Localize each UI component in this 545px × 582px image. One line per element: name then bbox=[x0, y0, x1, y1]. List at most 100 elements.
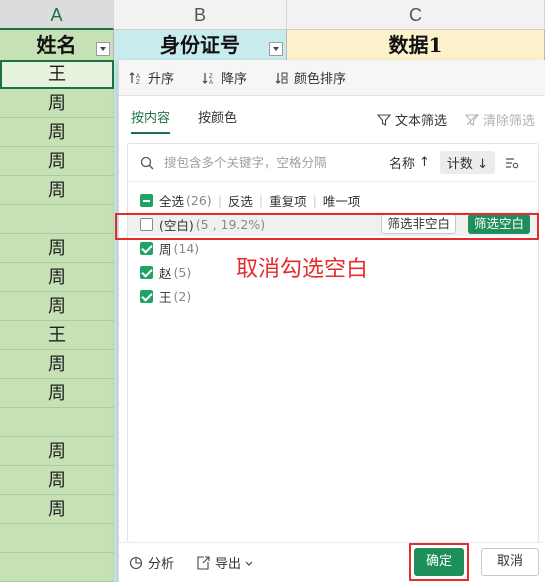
filter-tabs: 按内容 按颜色 bbox=[131, 108, 265, 134]
sort-bar: AZ 升序 ZA 降序 颜色排序 bbox=[119, 60, 545, 96]
export-icon bbox=[197, 555, 210, 570]
item-count: (5 , 19.2%) bbox=[195, 216, 266, 232]
sort-by-count-label: 计数 bbox=[446, 157, 473, 172]
list-item[interactable]: 王 (2) bbox=[128, 284, 538, 308]
text-filter-label: 文本筛选 bbox=[394, 114, 447, 129]
svg-text:A: A bbox=[209, 80, 213, 85]
header-name-label: 姓名 bbox=[36, 33, 77, 57]
item-count: (14) bbox=[173, 240, 200, 256]
item-label: 王 bbox=[159, 289, 172, 305]
export-label: 导出 bbox=[215, 557, 242, 572]
cell[interactable]: 周 bbox=[0, 379, 114, 408]
header-name: 姓名 bbox=[0, 30, 114, 60]
sort-descending-icon: ZA bbox=[202, 72, 213, 85]
value-list: 全选 (26) | 反选 | 重复项 | 唯一项 (空白) (5 , 19.2%… bbox=[128, 188, 538, 308]
invert-selection-link[interactable]: 反选 bbox=[228, 191, 253, 210]
header-data1: 数据1 bbox=[287, 30, 545, 60]
cancel-button[interactable]: 取消 bbox=[481, 548, 539, 576]
search-icon bbox=[140, 156, 154, 169]
color-sort-button[interactable]: 颜色排序 bbox=[275, 68, 346, 87]
header-id-label: 身份证号 bbox=[160, 33, 240, 57]
column-a-cells: 王 周 周 周 周 周 周 周 王 周 周 周 周 周 bbox=[0, 60, 114, 582]
cell[interactable] bbox=[0, 205, 114, 234]
clear-filter-label: 清除筛选 bbox=[482, 114, 535, 129]
item-count: (2) bbox=[173, 288, 192, 304]
ok-button[interactable]: 确定 bbox=[414, 548, 464, 576]
cell[interactable] bbox=[0, 553, 114, 582]
list-settings-icon[interactable] bbox=[505, 156, 519, 170]
sort-ascending-label: 升序 bbox=[148, 72, 175, 87]
sort-by-count-button[interactable]: 计数 ↓ bbox=[439, 151, 495, 174]
duplicates-link[interactable]: 重复项 bbox=[269, 191, 307, 210]
sort-by-name-button[interactable]: 名称 ↑ bbox=[389, 153, 430, 172]
cell[interactable]: 周 bbox=[0, 495, 114, 524]
filter-dropdown-icon[interactable] bbox=[269, 42, 283, 56]
select-all-checkbox[interactable] bbox=[140, 193, 153, 207]
color-sort-icon bbox=[275, 72, 288, 84]
annotation-text: 取消勾选空白 bbox=[236, 257, 369, 282]
cell[interactable]: 周 bbox=[0, 176, 114, 205]
item-checkbox[interactable] bbox=[140, 217, 153, 231]
arrow-down-icon: ↓ bbox=[477, 157, 488, 172]
header-data1-label: 数据1 bbox=[388, 33, 443, 57]
pie-chart-icon bbox=[129, 556, 143, 569]
item-checkbox[interactable] bbox=[140, 241, 153, 255]
text-filter-button[interactable]: 文本筛选 bbox=[376, 110, 447, 129]
cell[interactable]: 周 bbox=[0, 437, 114, 466]
search-row: 名称 ↑ 计数 ↓ bbox=[128, 144, 538, 182]
clear-funnel-icon bbox=[464, 113, 479, 126]
panel-footer: 分析 导出 确定 取消 bbox=[119, 542, 545, 582]
unique-link[interactable]: 唯一项 bbox=[323, 191, 361, 210]
cell[interactable]: 王 bbox=[0, 321, 114, 350]
cell[interactable]: 周 bbox=[0, 263, 114, 292]
cell[interactable] bbox=[0, 524, 114, 553]
filter-blank-button[interactable]: 筛选空白 bbox=[467, 214, 530, 234]
item-label: 周 bbox=[159, 241, 172, 257]
item-checkbox[interactable] bbox=[140, 265, 153, 279]
svg-text:Z: Z bbox=[136, 80, 140, 85]
column-headers: A B C bbox=[0, 0, 545, 30]
sort-ascending-icon: AZ bbox=[129, 71, 140, 85]
funnel-icon bbox=[376, 113, 391, 126]
item-count: (5) bbox=[173, 264, 192, 280]
clear-filter-button[interactable]: 清除筛选 bbox=[464, 110, 535, 129]
tab-by-color[interactable]: 按颜色 bbox=[198, 108, 237, 134]
table-header-row: 姓名 身份证号 数据1 bbox=[0, 30, 545, 60]
cell[interactable]: 周 bbox=[0, 89, 114, 118]
column-header-c[interactable]: C bbox=[287, 0, 545, 30]
divider: | bbox=[312, 192, 317, 208]
ok-highlight-frame: 确定 bbox=[409, 543, 469, 581]
divider: | bbox=[258, 192, 264, 208]
filter-dropdown-icon[interactable] bbox=[96, 42, 110, 56]
select-all-label[interactable]: 全选 bbox=[159, 191, 184, 210]
cell[interactable] bbox=[0, 408, 114, 437]
item-label: 赵 bbox=[159, 265, 172, 281]
search-input[interactable] bbox=[164, 155, 369, 170]
item-label: (空白) bbox=[159, 217, 194, 233]
cell[interactable]: 周 bbox=[0, 292, 114, 321]
column-header-b[interactable]: B bbox=[114, 0, 287, 30]
filter-actions: 文本筛选 清除筛选 bbox=[359, 110, 535, 129]
column-header-a[interactable]: A bbox=[0, 0, 114, 30]
select-all-row: 全选 (26) | 反选 | 重复项 | 唯一项 bbox=[128, 188, 538, 212]
divider: | bbox=[217, 192, 222, 208]
chevron-down-icon bbox=[245, 561, 253, 566]
item-checkbox[interactable] bbox=[140, 289, 153, 303]
tab-by-content[interactable]: 按内容 bbox=[131, 108, 171, 134]
sort-descending-button[interactable]: ZA 降序 bbox=[202, 68, 247, 87]
select-all-count: (26) bbox=[186, 192, 212, 208]
list-item-blank[interactable]: (空白) (5 , 19.2%) 筛选非空白 筛选空白 bbox=[128, 212, 538, 236]
cell[interactable]: 王 bbox=[0, 60, 114, 89]
cell[interactable]: 周 bbox=[0, 147, 114, 176]
cell[interactable]: 周 bbox=[0, 234, 114, 263]
cell[interactable]: 周 bbox=[0, 118, 114, 147]
analysis-label: 分析 bbox=[148, 557, 175, 572]
filter-nonblank-button[interactable]: 筛选非空白 bbox=[381, 214, 456, 234]
export-button[interactable]: 导出 bbox=[196, 553, 259, 572]
header-id-number: 身份证号 bbox=[114, 30, 287, 60]
cell[interactable]: 周 bbox=[0, 466, 114, 495]
cell[interactable]: 周 bbox=[0, 350, 114, 379]
analysis-button[interactable]: 分析 bbox=[129, 553, 174, 572]
color-sort-label: 颜色排序 bbox=[294, 72, 347, 87]
sort-ascending-button[interactable]: AZ 升序 bbox=[129, 68, 174, 87]
